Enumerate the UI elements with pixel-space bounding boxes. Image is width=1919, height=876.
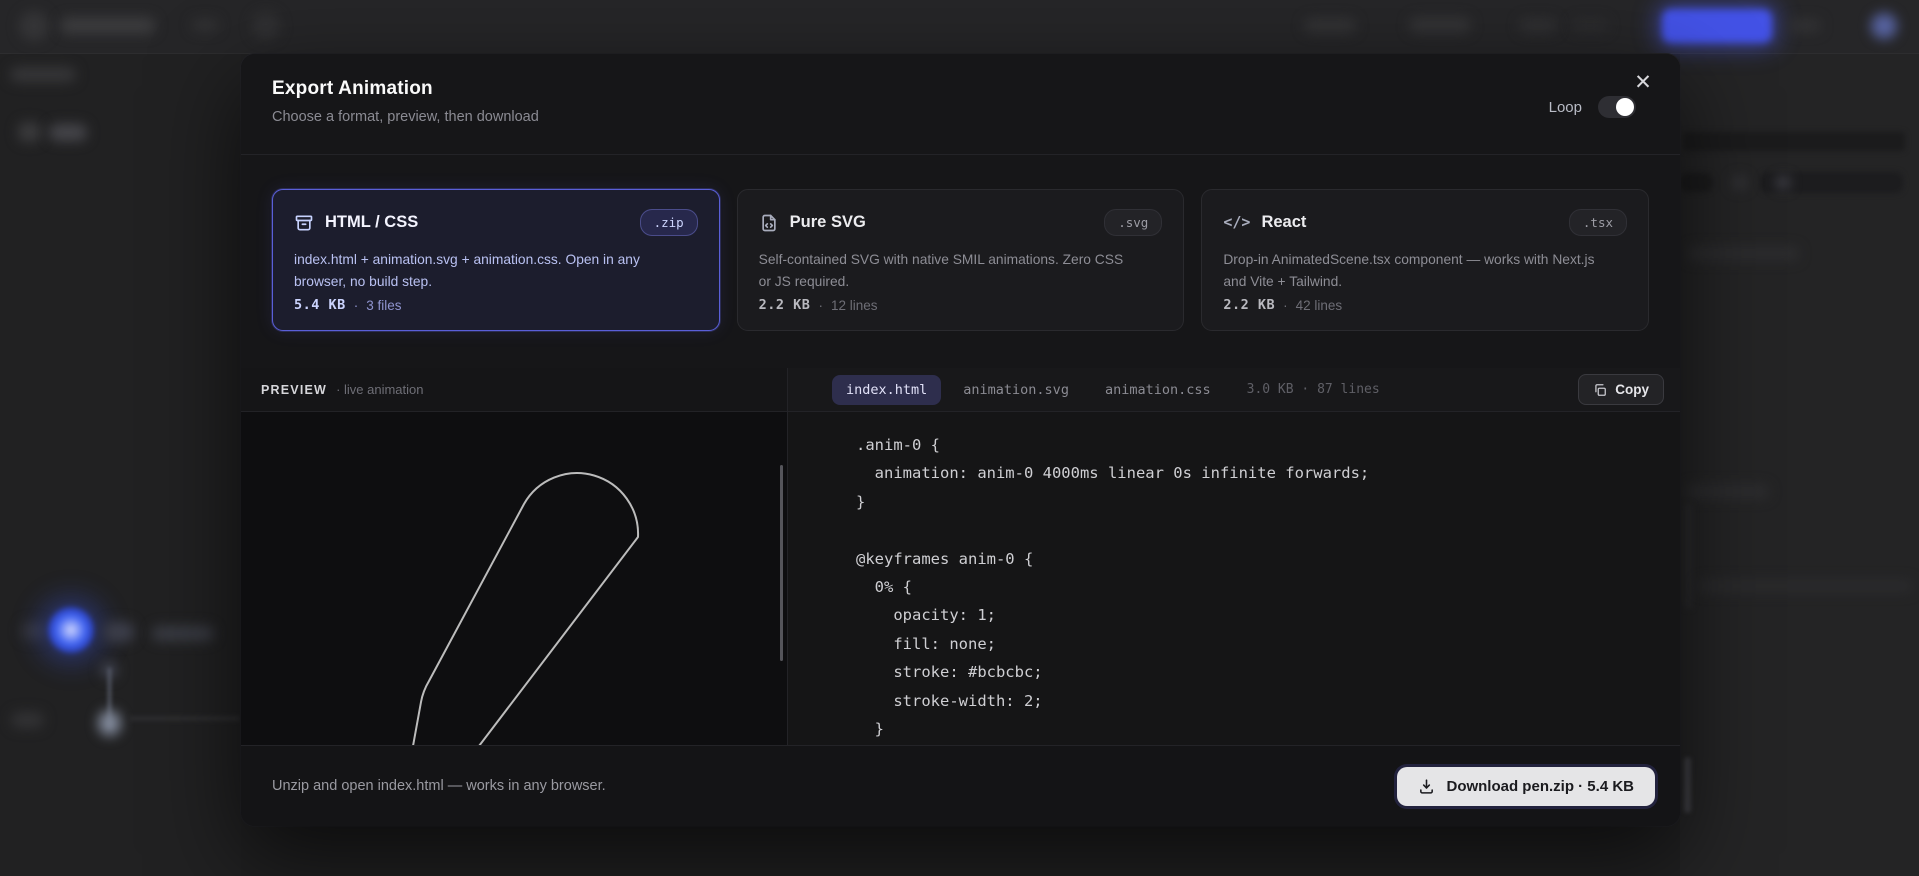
code-line: }: [856, 492, 866, 511]
close-icon[interactable]: ✕: [1628, 68, 1658, 98]
format-meta: 12 lines: [830, 297, 878, 313]
tab-animation-svg[interactable]: animation.svg: [949, 375, 1083, 405]
code-line: .anim-0 {: [856, 436, 940, 454]
format-meta: 42 lines: [1295, 297, 1343, 313]
playhead-handle: [98, 710, 121, 736]
format-meta: 3 files: [366, 297, 402, 313]
download-button[interactable]: Download pen.zip · 5.4 KB: [1397, 766, 1655, 806]
project-title-blob: [60, 17, 155, 34]
track-label-blob: [11, 712, 44, 728]
dot-separator: ·: [1283, 297, 1288, 313]
download-icon: [1420, 778, 1434, 794]
topbar-circle-button: [252, 12, 280, 40]
layer-icon-blob: [18, 122, 41, 142]
export-button-blob: [1662, 9, 1772, 43]
right-panel-scrollbar: [1684, 503, 1693, 609]
user-avatar: [1871, 13, 1897, 39]
topbar-small-blob: [192, 19, 218, 31]
code-pane: index.html animation.svg animation.css 3…: [787, 368, 1680, 745]
right-panel-text-blob-2: [1685, 485, 1769, 498]
dialog-title: Export Animation: [272, 78, 433, 99]
right-panel-text-blob-1: [1687, 247, 1799, 260]
code-line: @keyframes anim-0 {: [856, 549, 1034, 568]
format-card-react[interactable]: </> React .tsx Drop-in AnimatedScene.tsx…: [1201, 189, 1650, 331]
format-badge: .zip: [639, 209, 698, 236]
format-title: React: [1261, 213, 1307, 231]
dot-separator: ·: [353, 297, 359, 313]
code-line: 0% {: [856, 577, 912, 596]
format-description: index.html + animation.svg + animation.c…: [294, 252, 640, 290]
dialog-header: Export Animation Choose a format, previe…: [241, 54, 1680, 155]
background-topbar: [0, 0, 1919, 54]
topbar-menu-blob-2: [1409, 17, 1471, 33]
preview-label: PREVIEW: [261, 382, 328, 397]
dialog-footer: Unzip and open index.html — works in any…: [241, 745, 1680, 826]
topbar-menu-blob-1: [1304, 18, 1356, 33]
copy-icon: [1595, 383, 1607, 396]
file-size-lines: 3.0 KB · 87 lines: [1246, 382, 1380, 397]
right-panel-text-blob-3: [1697, 580, 1913, 592]
right-panel-value-blob: [1680, 173, 1713, 192]
format-description: Self-contained SVG with native SMIL anim…: [758, 252, 1124, 290]
right-panel-x-blob: [1732, 176, 1747, 189]
code-line: stroke: #bcbcbc;: [856, 663, 1043, 682]
tab-index-html[interactable]: index.html: [832, 374, 942, 405]
code-viewer[interactable]: .anim-0 { animation: anim-0 4000ms linea…: [788, 412, 1680, 745]
pen-outline-graphic: [412, 472, 640, 745]
preview-sublabel: · live animation: [336, 382, 424, 397]
export-animation-dialog: Export Animation Choose a format, previe…: [241, 54, 1680, 826]
loop-toggle[interactable]: [1598, 96, 1636, 118]
format-size: 2.2 KB: [758, 297, 811, 313]
loop-control: Loop: [1549, 96, 1636, 118]
topbar-menu-blob-4: [1572, 19, 1608, 32]
layer-name-blob: [49, 124, 87, 141]
topbar-menu-blob-3: [1519, 18, 1557, 33]
content-row: PREVIEW · live animation index.html anim…: [241, 368, 1680, 745]
format-title: Pure SVG: [789, 213, 866, 231]
footer-hint: Unzip and open index.html — works in any…: [272, 778, 606, 794]
format-description: Drop-in AnimatedScene.tsx component — wo…: [1223, 252, 1595, 290]
timecode-blob: [152, 626, 214, 641]
preview-scrollbar-thumb[interactable]: [780, 465, 783, 661]
right-panel-dot-blob: [1776, 176, 1790, 189]
playback-next-blob: [104, 622, 134, 642]
loop-label: Loop: [1548, 98, 1582, 116]
background-left-panel: [0, 54, 241, 876]
format-title: HTML / CSS: [325, 213, 419, 231]
code-tab-bar: index.html animation.svg animation.css 3…: [788, 368, 1680, 412]
file-code-icon: [759, 213, 779, 233]
archive-icon: [294, 213, 314, 233]
format-card-html-css[interactable]: HTML / CSS .zip index.html + animation.s…: [272, 189, 720, 331]
right-panel-field-blob: [1683, 132, 1905, 151]
preview-pane: PREVIEW · live animation: [241, 368, 787, 745]
code-line: }: [856, 719, 884, 738]
format-cards: HTML / CSS .zip index.html + animation.s…: [241, 155, 1680, 368]
dialog-subtitle: Choose a format, preview, then download: [272, 109, 539, 125]
code-line: stroke-width: 2;: [856, 691, 1043, 710]
animation-preview-canvas: [241, 412, 787, 745]
copy-label: Copy: [1615, 382, 1649, 397]
app-logo: [19, 11, 49, 41]
format-badge: .tsx: [1568, 209, 1628, 236]
format-size: 2.2 KB: [1223, 297, 1276, 313]
timeline-track: [130, 716, 240, 721]
code-line: opacity: 1;: [856, 606, 996, 625]
code-line: fill: none;: [856, 634, 996, 653]
format-card-pure-svg[interactable]: Pure SVG .svg Self-contained SVG with na…: [736, 189, 1185, 331]
playback-prev-blob: [21, 622, 45, 640]
topbar-menu-blob-5: [1789, 19, 1821, 32]
format-size: 5.4 KB: [294, 297, 346, 313]
download-label: Download pen.zip · 5.4 KB: [1446, 777, 1634, 795]
dot-separator: ·: [818, 297, 823, 313]
right-panel-scrollbar-2: [1684, 757, 1691, 813]
format-badge: .svg: [1104, 209, 1163, 236]
copy-button[interactable]: Copy: [1578, 374, 1664, 405]
play-button-blob: [48, 607, 94, 653]
toggle-knob: [1616, 98, 1634, 116]
tab-animation-css[interactable]: animation.css: [1091, 375, 1225, 405]
code-brackets-icon: </>: [1223, 212, 1251, 231]
code-line: animation: anim-0 4000ms linear 0s infin…: [856, 464, 1370, 483]
layers-label-blob: [10, 67, 76, 82]
